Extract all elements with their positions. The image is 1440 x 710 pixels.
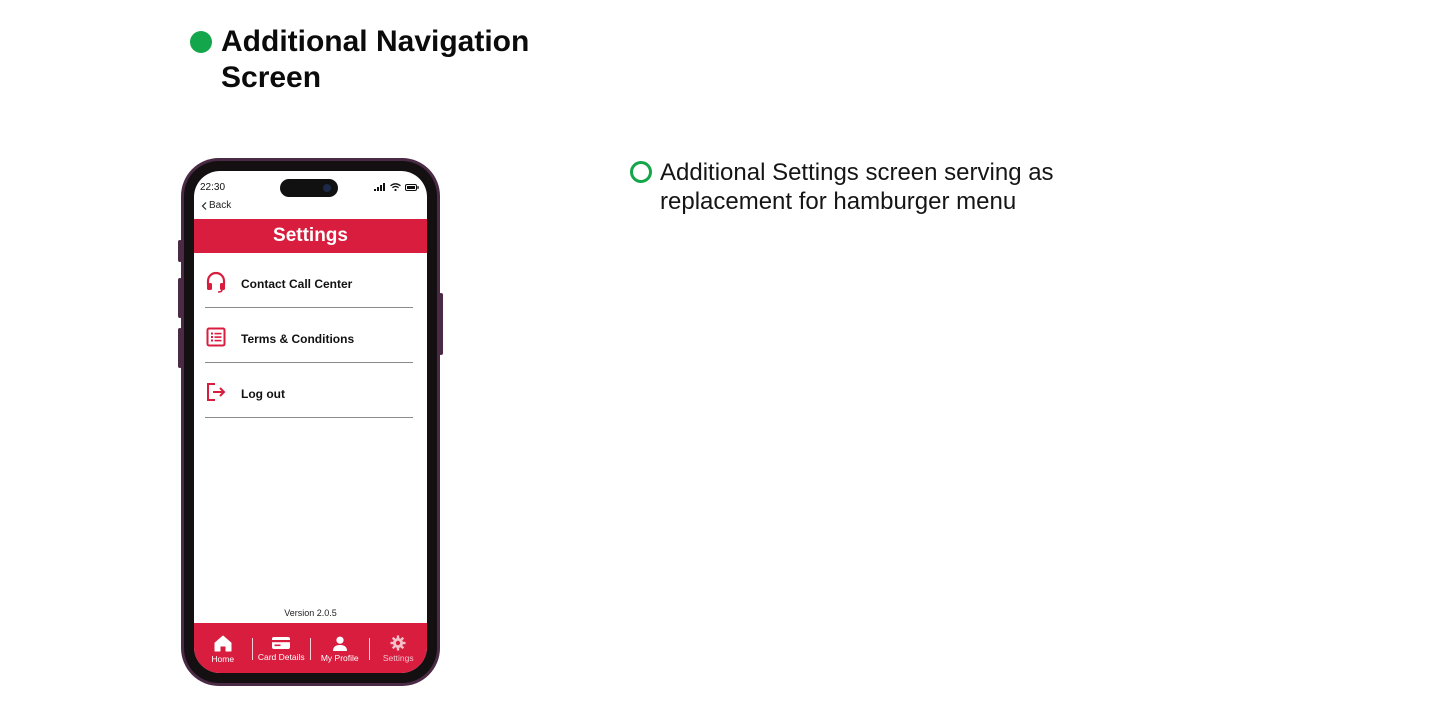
phone-mockup: 22:30 Back Settings Contact Call Center … bbox=[178, 158, 443, 686]
page-title: Settings bbox=[273, 225, 348, 246]
headset-icon bbox=[205, 271, 227, 293]
app-header: Settings bbox=[194, 219, 427, 253]
chevron-left-icon bbox=[201, 201, 207, 210]
description-note: Additional Settings screen serving as re… bbox=[630, 158, 1110, 216]
dynamic-island bbox=[280, 179, 338, 197]
phone-screen: 22:30 Back Settings Contact Call Center … bbox=[194, 171, 427, 673]
wifi-icon bbox=[390, 183, 401, 191]
tab-settings[interactable]: Settings bbox=[370, 623, 428, 673]
menu-item-terms-conditions[interactable]: Terms & Conditions bbox=[205, 308, 413, 363]
menu-item-label: Terms & Conditions bbox=[241, 332, 355, 346]
phone-side-button bbox=[439, 293, 443, 355]
menu-item-label: Contact Call Center bbox=[241, 277, 353, 291]
section-heading: Additional Navigation Screen bbox=[190, 24, 561, 96]
menu-item-contact-call-center[interactable]: Contact Call Center bbox=[205, 253, 413, 308]
menu-item-label: Log out bbox=[241, 387, 285, 401]
phone-side-button bbox=[178, 328, 182, 368]
tab-label: Settings bbox=[382, 653, 414, 663]
phone-side-button bbox=[178, 278, 182, 318]
tab-card-details[interactable]: Card Details bbox=[253, 623, 311, 673]
phone-bezel: 22:30 Back Settings Contact Call Center … bbox=[184, 161, 437, 683]
status-bar: 22:30 bbox=[194, 171, 427, 201]
tab-home[interactable]: Home bbox=[194, 623, 252, 673]
signal-icon bbox=[374, 183, 385, 191]
back-label: Back bbox=[209, 200, 232, 211]
tab-label: Card Details bbox=[257, 652, 305, 662]
phone-side-button bbox=[178, 240, 182, 262]
version-label: Version 2.0.5 bbox=[284, 608, 337, 618]
home-icon bbox=[214, 635, 232, 651]
bullet-dot-icon bbox=[190, 31, 212, 53]
tab-my-profile[interactable]: My Profile bbox=[311, 623, 369, 673]
user-icon bbox=[332, 636, 347, 651]
menu-item-log-out[interactable]: Log out bbox=[205, 363, 413, 418]
settings-menu: Contact Call Center Terms & Conditions L… bbox=[205, 253, 413, 418]
status-icons bbox=[374, 183, 419, 191]
card-icon bbox=[272, 637, 291, 649]
battery-icon bbox=[405, 183, 419, 191]
bottom-tab-bar: Home Card Details My Profile Settings bbox=[194, 623, 427, 673]
description-text: Additional Settings screen serving as re… bbox=[660, 159, 1054, 215]
logout-icon bbox=[205, 381, 227, 403]
status-time: 22:30 bbox=[200, 182, 226, 193]
back-button[interactable]: Back bbox=[201, 200, 231, 211]
gear-icon bbox=[390, 635, 406, 651]
bullet-ring-icon bbox=[630, 161, 652, 183]
camera-icon bbox=[323, 184, 331, 192]
section-title: Additional Navigation Screen bbox=[221, 25, 530, 94]
tab-label: Home bbox=[211, 653, 235, 664]
tab-label: My Profile bbox=[320, 652, 359, 663]
list-icon bbox=[205, 326, 227, 348]
